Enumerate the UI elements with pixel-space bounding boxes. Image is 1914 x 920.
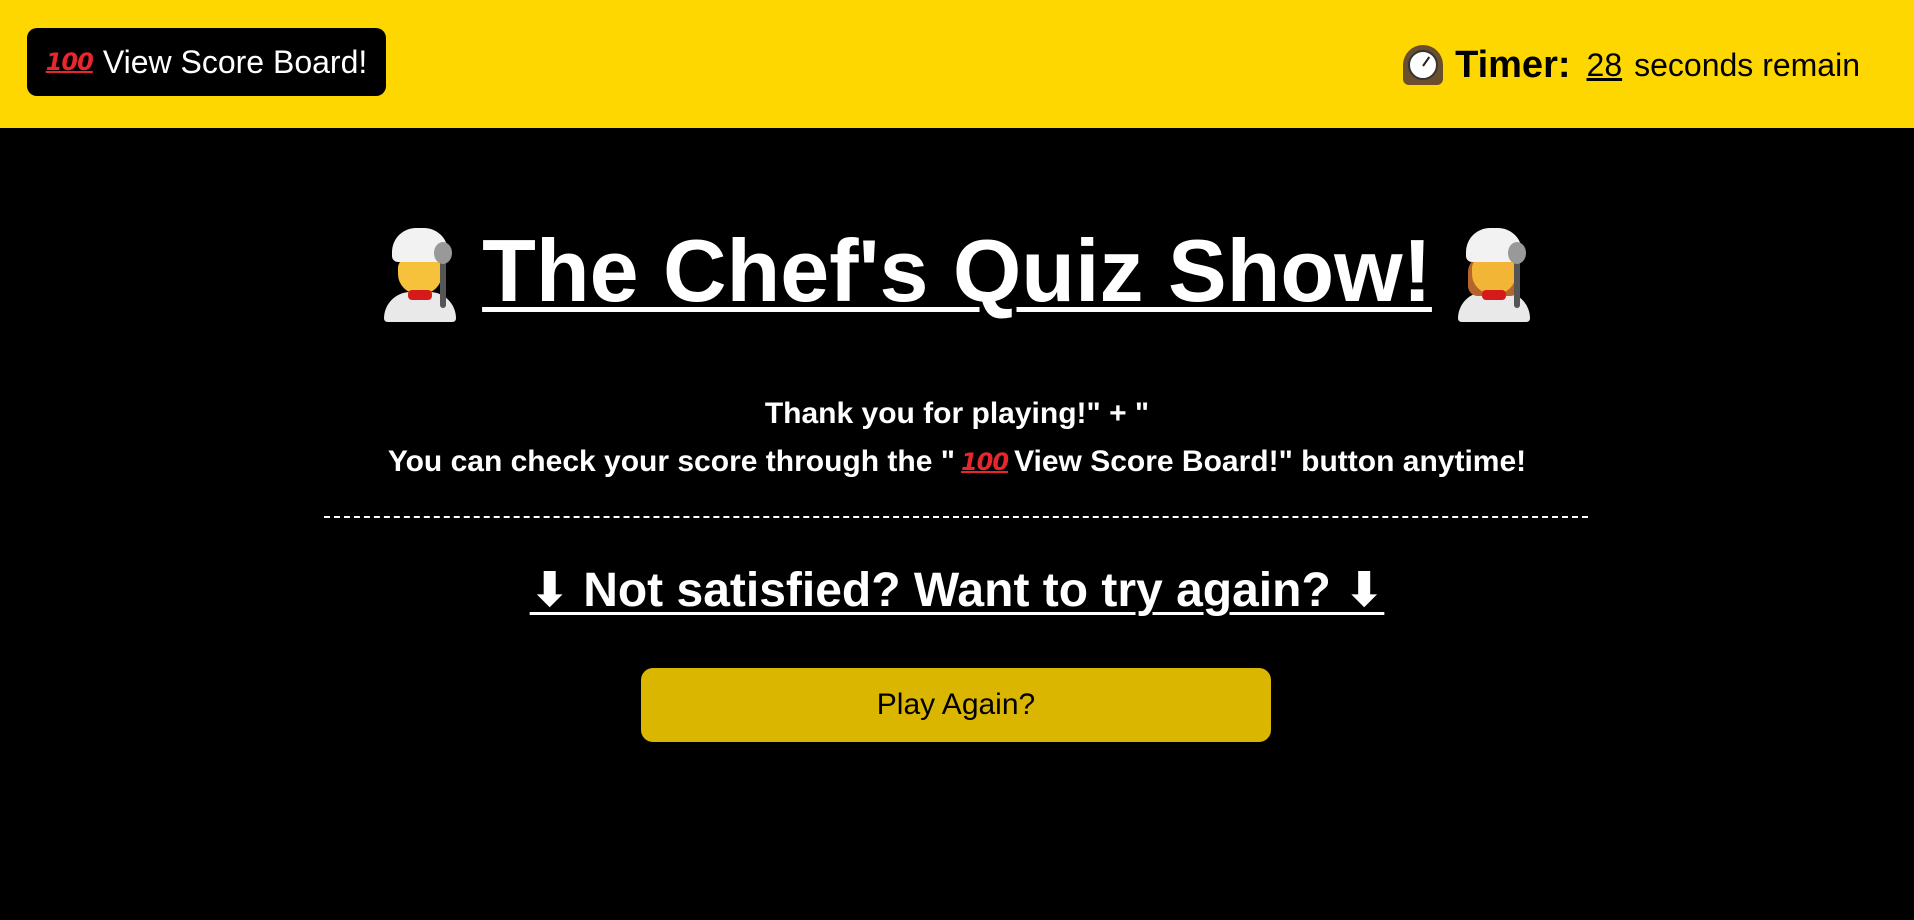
retry-heading-text: ⬇ Not satisfied? Want to try again? ⬇ [529,564,1385,617]
message-line-1: Thank you for playing!" + " [764,397,1150,430]
man-cook-icon [378,228,462,322]
view-score-board-label: View Score Board! [102,43,368,80]
timer-label: Timer: [1455,43,1571,86]
title-underline-group: The Chef's Quiz Show! [378,220,1536,322]
title-text: The Chef's Quiz Show! [482,221,1432,320]
play-again-button[interactable]: Play Again? [641,668,1271,742]
dashed-divider [324,516,1588,518]
top-bar: 100 View Score Board! Timer: 28 seconds … [0,0,1914,128]
message-line-2-suffix: View Score Board!" button anytime! [1014,445,1527,478]
message-line-2-prefix: You can check your score through the " [387,445,955,478]
message-line-2: You can check your score through the " 1… [388,438,1526,486]
view-score-board-button[interactable]: 100 View Score Board! [27,28,386,96]
timer: Timer: 28 seconds remain [1403,40,1860,90]
retry-heading: ⬇ Not satisfied? Want to try again? ⬇ [0,562,1914,618]
woman-cook-icon [1452,228,1536,322]
page-title: The Chef's Quiz Show! [0,220,1914,343]
hundred-points-icon: 100 [960,448,1009,476]
mantelpiece-clock-icon [1403,45,1444,85]
thank-you-message: Thank you for playing!" + " You can chec… [0,390,1914,486]
hundred-points-icon: 100 [45,48,94,76]
timer-suffix: seconds remain [1634,46,1860,83]
timer-seconds: 28 [1586,46,1623,83]
